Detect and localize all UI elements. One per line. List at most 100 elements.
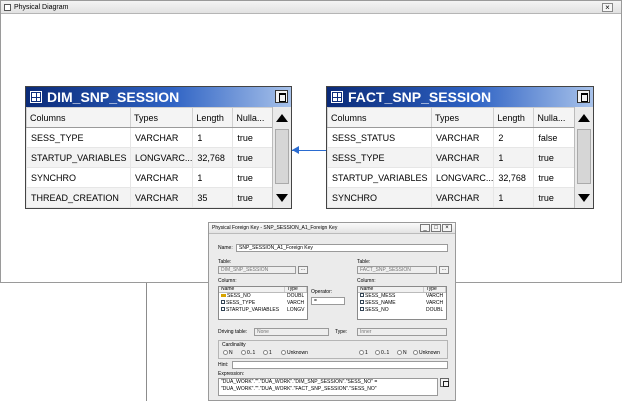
fact-columns-table: Columns Types Length Nulla... SESS_STATU…	[327, 107, 577, 208]
column-right-label: Column:	[357, 278, 376, 284]
cell: VARCHAR	[129, 127, 194, 148]
scroll-thumb[interactable]	[275, 129, 289, 184]
list-item[interactable]: SESS_NO DOUBL	[219, 293, 307, 300]
browse-right-button[interactable]: ...	[439, 266, 449, 274]
maximize-icon[interactable]	[577, 90, 590, 103]
column-header[interactable]: Nulla...	[533, 107, 577, 128]
scroll-down-icon[interactable]	[578, 194, 590, 202]
name-field[interactable]: SNP_SESSION_A1_Foreign Key	[236, 244, 448, 252]
list-item[interactable]: SESS_NO DOUBL	[358, 307, 446, 314]
maximize-button[interactable]: □	[431, 224, 441, 232]
radio-label: 1	[365, 350, 368, 356]
column-header[interactable]: Nulla...	[232, 107, 275, 128]
radio-icon	[375, 350, 380, 356]
list-item-type: VARCH	[426, 300, 444, 306]
list-header-name[interactable]: Name	[358, 287, 424, 292]
cell: VARCHAR	[129, 167, 194, 188]
fact-entity-header[interactable]: FACT_SNP_SESSION	[327, 87, 593, 107]
cell: SYNCHRO	[26, 167, 131, 188]
list-header-type[interactable]: Type	[424, 287, 446, 292]
radio-label: 0..1	[247, 350, 256, 356]
list-item[interactable]: SESS_TYPE VARCH	[219, 300, 307, 307]
expression-line: "DUA_WORK".""."DUA_WORK"."DIM_SNP_SESSIO…	[221, 379, 378, 385]
column-header[interactable]: Columns	[26, 107, 131, 128]
left-columns-list[interactable]: Name Type SESS_NO DOUBL SESS_TYPE VARCH ST…	[218, 286, 308, 320]
list-header-name[interactable]: Name	[219, 287, 285, 292]
card-right-01-radio[interactable]: 0..1	[375, 350, 389, 356]
driving-table-select[interactable]: None	[254, 328, 329, 336]
fact-entity[interactable]: FACT_SNP_SESSION Columns Types Length Nu…	[326, 86, 594, 209]
table-left-field[interactable]: DIM_SNP_SESSION	[218, 266, 296, 274]
card-left-unknown-radio[interactable]: Unknown	[281, 350, 308, 356]
operator-label: Operator:	[311, 289, 333, 295]
cell: THREAD_CREATION	[26, 187, 131, 208]
hint-field[interactable]	[232, 361, 448, 369]
radio-label: Unknown	[419, 350, 440, 356]
dim-entity-header[interactable]: DIM_SNP_SESSION	[26, 87, 291, 107]
column-icon	[221, 300, 225, 304]
table-row[interactable]: SESS_TYPE VARCHAR 1 true	[327, 147, 577, 168]
close-button[interactable]: ×	[602, 3, 613, 12]
dim-entity[interactable]: DIM_SNP_SESSION Columns Types Length Nul…	[25, 86, 292, 209]
maximize-icon[interactable]	[275, 90, 288, 103]
scroll-up-icon[interactable]	[276, 114, 288, 122]
column-header[interactable]: Types	[430, 107, 495, 128]
scroll-thumb[interactable]	[577, 129, 591, 184]
scroll-up-icon[interactable]	[578, 114, 590, 122]
operator-select[interactable]: =	[311, 297, 345, 305]
column-header[interactable]: Columns	[327, 107, 432, 128]
table-row[interactable]: SYNCHRO VARCHAR 1 true	[327, 187, 577, 208]
radio-label: 1	[269, 350, 272, 356]
name-label: Name:	[218, 245, 233, 251]
cell: true	[533, 147, 577, 168]
table-right-field[interactable]: FACT_SNP_SESSION	[357, 266, 437, 274]
expression-editor-icon[interactable]	[440, 378, 449, 387]
card-right-n-radio[interactable]: N	[397, 350, 407, 356]
vertical-scrollbar[interactable]	[272, 107, 291, 208]
table-header-row: Columns Types Length Nulla...	[26, 107, 275, 128]
list-item-name: SESS_NO	[365, 307, 389, 313]
radio-icon	[281, 350, 286, 356]
radio-icon	[223, 350, 228, 356]
window-title: Physical Diagram	[14, 3, 69, 11]
scroll-down-icon[interactable]	[276, 194, 288, 202]
hint-label: Hint:	[218, 362, 229, 368]
driving-table-label: Driving table:	[218, 329, 248, 335]
card-right-unknown-radio[interactable]: Unknown	[413, 350, 440, 356]
cardinality-group: Cardinality N 0..1 1 Unknown 1 0..1 N Un…	[218, 340, 448, 359]
vertical-scrollbar[interactable]	[574, 107, 593, 208]
column-left-label: Column:	[218, 278, 237, 284]
list-item-type: DOUBL	[426, 307, 444, 313]
table-row[interactable]: SESS_STATUS VARCHAR 2 false	[327, 127, 577, 148]
dialog-close-button[interactable]: ×	[442, 224, 452, 232]
list-item[interactable]: SESS_NAME VARCH	[358, 300, 446, 307]
table-row[interactable]: SYNCHRO VARCHAR 1 true	[26, 167, 275, 188]
right-columns-list[interactable]: Name Type SESS_MESS VARCH SESS_NAME VARCH …	[357, 286, 447, 320]
table-row[interactable]: STARTUP_VARIABLES LONGVARC... 32,768 true	[26, 147, 275, 168]
list-item[interactable]: SESS_MESS VARCH	[358, 293, 446, 300]
expression-field[interactable]: "DUA_WORK".""."DUA_WORK"."DIM_SNP_SESSIO…	[218, 378, 438, 396]
column-header[interactable]: Length	[192, 107, 234, 128]
card-left-01-radio[interactable]: 0..1	[241, 350, 255, 356]
cell: false	[533, 127, 577, 148]
column-header[interactable]: Length	[493, 107, 535, 128]
cell: 32,768	[493, 167, 535, 188]
list-item[interactable]: STARTUP_VARIABLES LONGV	[219, 307, 307, 314]
join-type-select[interactable]: Inner	[357, 328, 447, 336]
cell: 32,768	[192, 147, 234, 168]
list-header-type[interactable]: Type	[285, 287, 307, 292]
card-right-1-radio[interactable]: 1	[359, 350, 368, 356]
cell: true	[533, 167, 577, 188]
table-row[interactable]: SESS_TYPE VARCHAR 1 true	[26, 127, 275, 148]
table-header-row: Columns Types Length Nulla...	[327, 107, 577, 128]
card-left-1-radio[interactable]: 1	[263, 350, 272, 356]
radio-icon	[413, 350, 418, 356]
card-left-n-radio[interactable]: N	[223, 350, 233, 356]
table-row[interactable]: THREAD_CREATION VARCHAR 35 true	[26, 187, 275, 208]
list-item-type: VARCH	[426, 293, 444, 299]
table-row[interactable]: STARTUP_VARIABLES LONGVARC... 32,768 true	[327, 167, 577, 188]
minimize-button[interactable]: _	[420, 224, 430, 232]
join-type-label: Type:	[335, 329, 348, 335]
column-header[interactable]: Types	[129, 107, 194, 128]
browse-left-button[interactable]: ...	[298, 266, 308, 274]
